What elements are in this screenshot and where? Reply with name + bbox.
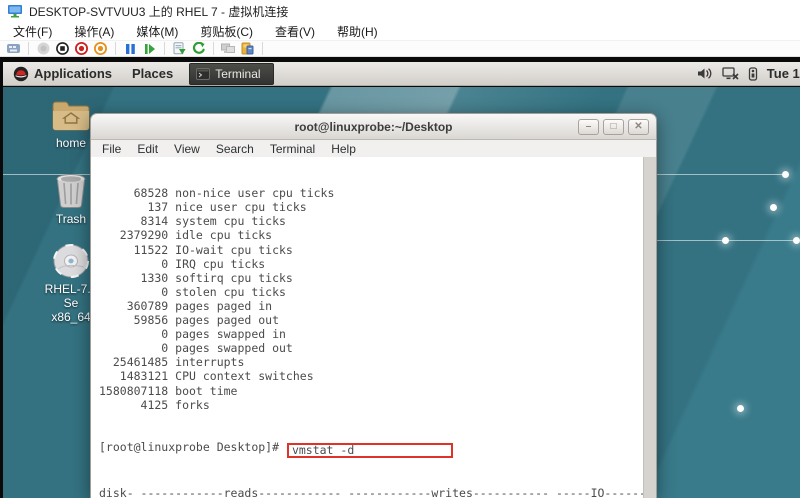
hyperv-window-icon <box>7 4 23 18</box>
vm-toolbar <box>0 40 800 57</box>
terminal-menu-help[interactable]: Help <box>331 142 356 156</box>
terminal-menu-terminal[interactable]: Terminal <box>270 142 315 156</box>
terminal-scrollbar[interactable] <box>643 157 656 498</box>
disk-table-header1: disk- ------------reads------------ ----… <box>99 486 642 498</box>
applications-label: Applications <box>34 66 112 81</box>
home-folder-icon <box>51 99 91 133</box>
network-status-icon[interactable] <box>722 67 739 80</box>
terminal-output-line: 59856 pages paged out <box>99 313 642 327</box>
accessibility-icon[interactable] <box>748 67 758 81</box>
network-monitor-icon <box>220 41 237 56</box>
terminal-menu-file[interactable]: File <box>102 142 121 156</box>
vm-window-title: DESKTOP-SVTVUU3 上的 RHEL 7 - 虚拟机连接 <box>29 3 288 20</box>
taskbar-terminal-label: Terminal <box>215 67 260 81</box>
terminal-output-line: 1330 softirq cpu ticks <box>99 271 642 285</box>
terminal-output-line: 1483121 CPU context switches <box>99 369 642 383</box>
terminal-output-line: 0 pages swapped in <box>99 327 642 341</box>
vmstat-s-output: 68528 non-nice user cpu ticks 137 nice u… <box>99 186 642 412</box>
terminal-window: root@linuxprobe:~/Desktop – □ ✕ File Edi… <box>90 113 657 498</box>
terminal-titlebar[interactable]: root@linuxprobe:~/Desktop – □ ✕ <box>90 113 657 140</box>
shell-prompt: [root@linuxprobe Desktop]# <box>99 440 286 454</box>
taskbar-terminal-button[interactable]: Terminal <box>189 63 273 85</box>
terminal-output-line: 0 IRQ cpu ticks <box>99 257 642 271</box>
vm-window-titlebar: DESKTOP-SVTVUU3 上的 RHEL 7 - 虚拟机连接 <box>0 0 800 22</box>
vm-display-area: Applications Places Terminal <box>0 57 800 498</box>
ctrl-alt-del-icon[interactable] <box>5 41 22 56</box>
places-menu[interactable]: Places <box>122 62 183 85</box>
command-line: [root@linuxprobe Desktop]# vmstat -d <box>99 440 642 458</box>
save-icon[interactable] <box>92 41 109 56</box>
vm-menu-help[interactable]: 帮助(H) <box>326 23 389 40</box>
minimize-button[interactable]: – <box>578 119 599 135</box>
maximize-button[interactable]: □ <box>603 119 624 135</box>
terminal-output-line: 4125 forks <box>99 398 642 412</box>
terminal-output-line: 11522 IO-wait cpu ticks <box>99 243 642 257</box>
terminal-body[interactable]: 68528 non-nice user cpu ticks 137 nice u… <box>90 157 657 498</box>
terminal-output-line: 8314 system cpu ticks <box>99 214 642 228</box>
panel-clock[interactable]: Tue 18 <box>767 66 800 81</box>
vm-menu-action[interactable]: 操作(A) <box>63 23 125 40</box>
wallpaper-dot <box>793 237 800 244</box>
terminal-menu-view[interactable]: View <box>174 142 200 156</box>
terminal-text: 68528 non-nice user cpu ticks 137 nice u… <box>99 158 642 498</box>
toolbar-separator <box>115 42 116 55</box>
terminal-icon <box>196 68 210 80</box>
toolbar-separator <box>28 42 29 55</box>
redhat-icon <box>13 66 29 82</box>
toolbar-separator <box>262 42 263 55</box>
turn-off-icon[interactable] <box>54 41 71 56</box>
terminal-output-line: 1580807118 boot time <box>99 384 642 398</box>
start-icon[interactable] <box>35 41 52 56</box>
wallpaper-dot <box>737 405 744 412</box>
vm-menu-media[interactable]: 媒体(M) <box>125 23 189 40</box>
highlighted-command: vmstat -d <box>287 443 453 458</box>
toolbar-separator <box>213 42 214 55</box>
terminal-menu-search[interactable]: Search <box>216 142 254 156</box>
terminal-output-line: 25461485 interrupts <box>99 355 642 369</box>
settings-icon[interactable] <box>239 41 256 56</box>
gnome-panel: Applications Places Terminal <box>3 62 800 86</box>
vm-menubar: 文件(F) 操作(A) 媒体(M) 剪贴板(C) 查看(V) 帮助(H) <box>0 22 800 40</box>
wallpaper-dot <box>722 237 729 244</box>
terminal-output-line: 0 pages swapped out <box>99 341 642 355</box>
terminal-window-controls: – □ ✕ <box>578 119 649 135</box>
vm-menu-clipboard[interactable]: 剪贴板(C) <box>189 23 264 40</box>
volume-icon[interactable] <box>697 67 713 80</box>
terminal-title: root@linuxprobe:~/Desktop <box>91 120 656 134</box>
terminal-output-line: 68528 non-nice user cpu ticks <box>99 186 642 200</box>
toolbar-separator <box>164 42 165 55</box>
terminal-menubar: File Edit View Search Terminal Help <box>90 140 657 157</box>
terminal-output-line: 2379290 idle cpu ticks <box>99 228 642 242</box>
desktop: home Trash RHEL-7.0 Se x86_64 <box>3 87 800 498</box>
resume-icon[interactable] <box>141 41 158 56</box>
terminal-output-line: 0 stolen cpu ticks <box>99 285 642 299</box>
trash-icon <box>54 173 88 209</box>
checkpoint-icon[interactable] <box>171 41 188 56</box>
revert-icon[interactable] <box>190 41 207 56</box>
applications-menu[interactable]: Applications <box>3 62 122 85</box>
terminal-output-line: 137 nice user cpu ticks <box>99 200 642 214</box>
pause-icon[interactable] <box>122 41 139 56</box>
places-label: Places <box>132 66 173 81</box>
panel-status-area: Tue 18 <box>697 66 800 81</box>
shutdown-icon[interactable] <box>73 41 90 56</box>
wallpaper-dot <box>770 204 777 211</box>
wallpaper-dot <box>782 171 789 178</box>
vm-menu-file[interactable]: 文件(F) <box>2 23 63 40</box>
terminal-menu-edit[interactable]: Edit <box>137 142 158 156</box>
close-button[interactable]: ✕ <box>628 119 649 135</box>
dvd-disc-icon <box>52 243 90 279</box>
terminal-output-line: 360789 pages paged in <box>99 299 642 313</box>
vm-menu-view[interactable]: 查看(V) <box>264 23 326 40</box>
